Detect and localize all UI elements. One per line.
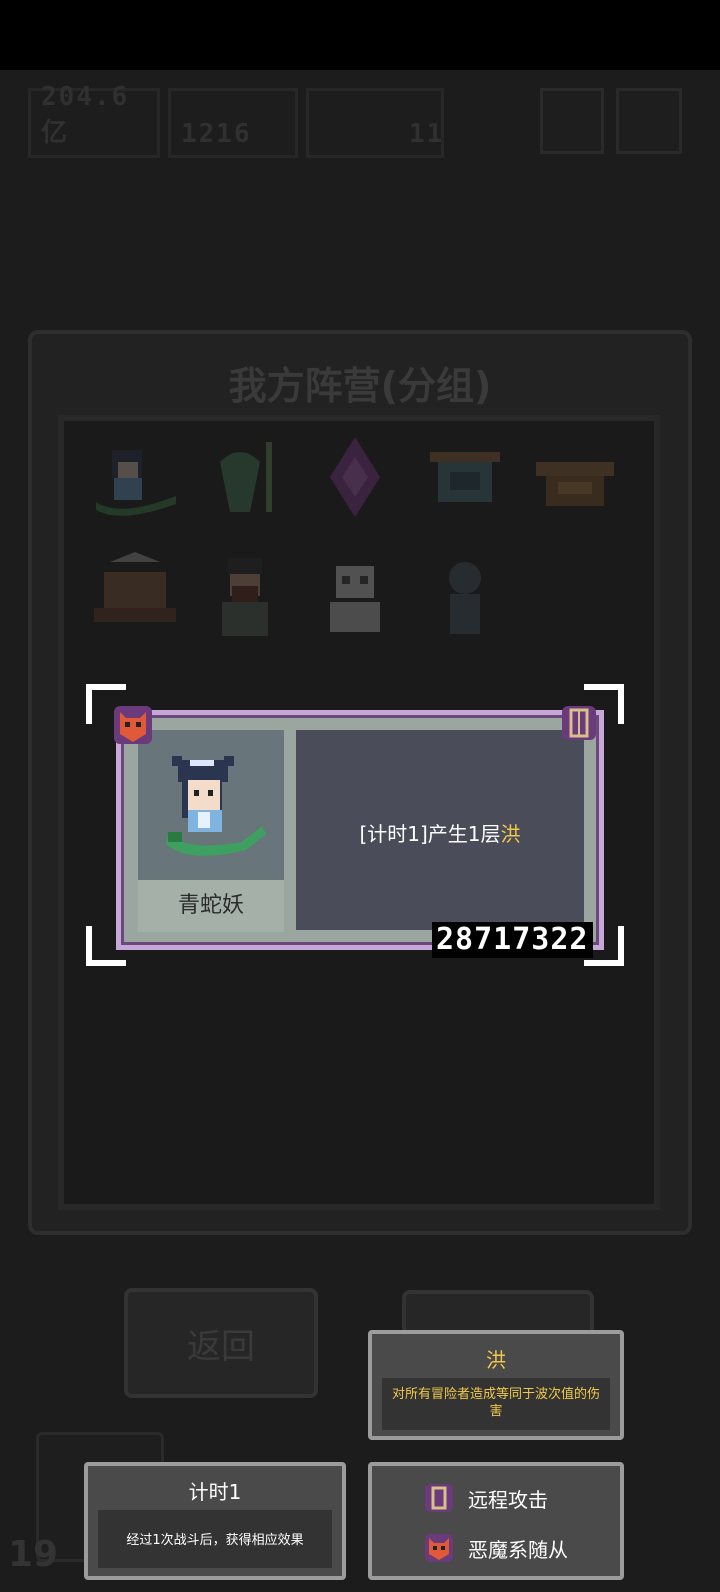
back-button[interactable]: 返回 <box>124 1288 318 1398</box>
unit-snake-staff[interactable] <box>200 432 290 522</box>
unit-general[interactable] <box>200 552 290 642</box>
gold-stat: 204.6亿 <box>28 82 160 158</box>
trait-demon: 恶魔系随从 <box>424 1532 568 1564</box>
unit-treasure-pot[interactable] <box>530 432 620 522</box>
tooltip-hong-body: 对所有冒险者造成等同于波次值的伤害 <box>382 1378 610 1430</box>
selection-bracket-tr <box>584 684 624 724</box>
ability-keyword[interactable]: 洪 <box>501 822 521 846</box>
unit-power-value: 28717322 <box>432 922 593 958</box>
trophy-value: 1216 <box>181 119 252 149</box>
settings-button[interactable] <box>616 88 682 154</box>
trait-ranged-label: 远程攻击 <box>468 1487 548 1512</box>
trophy-stat: 1216 <box>168 88 298 158</box>
trait-demon-label: 恶魔系随从 <box>468 1537 568 1562</box>
unit-statue[interactable] <box>420 552 510 642</box>
keyword-tooltip-timer: 计时1 经过1次战斗后，获得相应效果 <box>84 1462 346 1580</box>
unit-traits-tooltip: 远程攻击 恶魔系随从 <box>368 1462 624 1580</box>
snake-demon-sprite <box>166 756 266 856</box>
tooltip-timer-title: 计时1 <box>188 1480 242 1504</box>
unit-grid-dimmed <box>90 432 630 652</box>
unit-war-cart[interactable] <box>90 552 180 642</box>
unit-snake-demon[interactable] <box>90 432 180 522</box>
unit-name: 青蛇妖 <box>138 880 284 932</box>
wave-value: 11 <box>409 119 445 149</box>
tooltip-timer-body: 经过1次战斗后，获得相应效果 <box>98 1510 332 1568</box>
keyword-tooltip-hong: 洪 对所有冒险者造成等同于波次值的伤害 <box>368 1330 624 1440</box>
unit-skeleton[interactable] <box>310 552 400 642</box>
unit-purple-crystal[interactable] <box>310 432 400 522</box>
gold-value: 204.6亿 <box>41 82 130 148</box>
status-bar <box>0 0 720 70</box>
ranged-bow-icon <box>424 1483 454 1513</box>
menu-button[interactable] <box>540 88 604 154</box>
tooltip-hong-title: 洪 <box>486 1348 506 1372</box>
unit-portrait <box>138 730 284 880</box>
unit-totem[interactable] <box>420 432 510 522</box>
tooltip-hong-desc: 对所有冒险者造成等同于波次值的伤害 <box>392 1387 601 1419</box>
wave-stat: 11 <box>306 88 444 158</box>
ability-prefix: [计时1]产生1层 <box>359 822 501 846</box>
unit-ability-text: [计时1]产生1层洪 <box>296 818 584 847</box>
panel-title: 我方阵营(分组) <box>228 364 492 408</box>
selection-bracket-tl <box>86 684 126 724</box>
bottom-corner-number: 19 <box>8 1534 59 1575</box>
selection-bracket-bl <box>86 926 126 966</box>
demon-mask-icon <box>424 1533 454 1563</box>
trait-ranged: 远程攻击 <box>424 1482 548 1514</box>
tooltip-timer-desc: 经过1次战斗后，获得相应效果 <box>126 1533 304 1548</box>
selection-bracket-br <box>584 926 624 966</box>
